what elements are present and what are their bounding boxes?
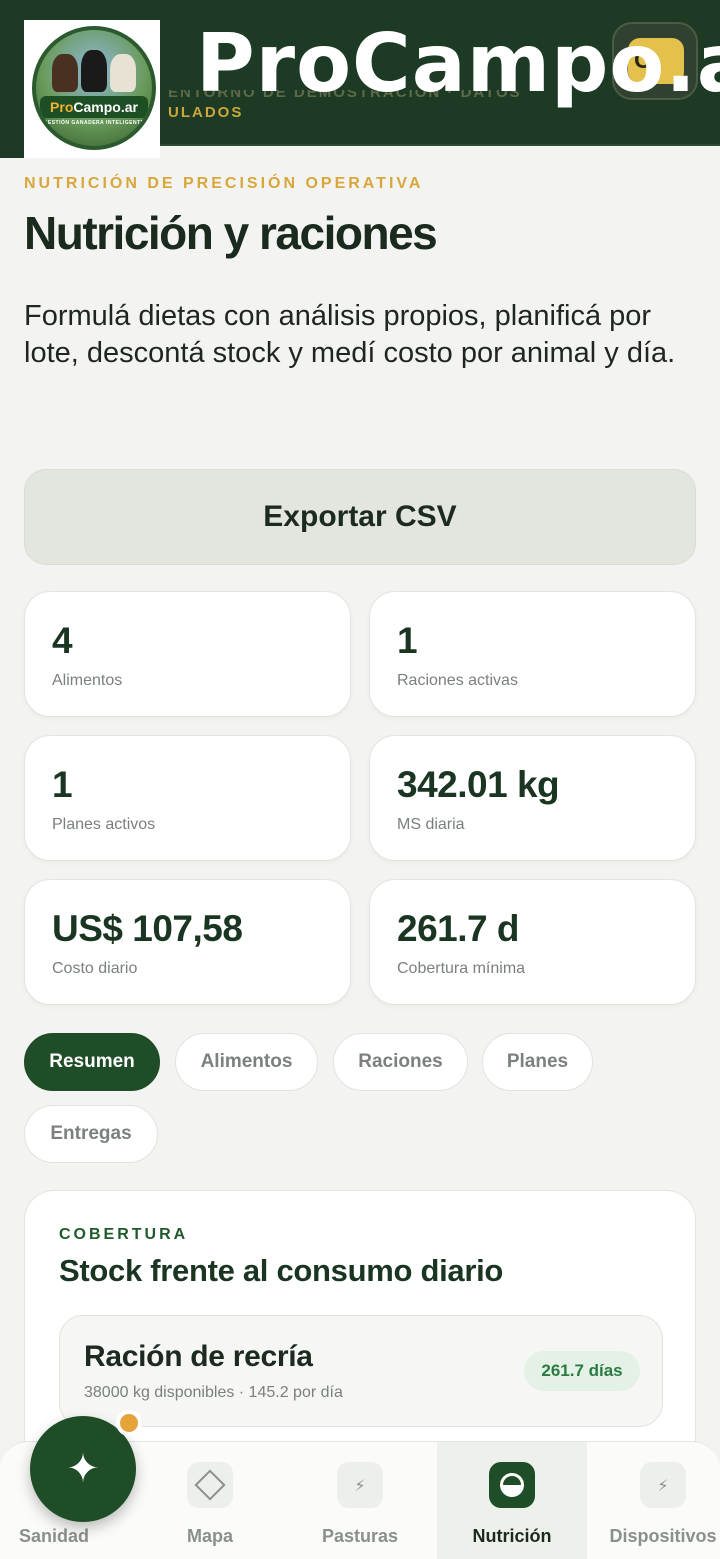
coverage-days-badge: 261.7 días [524,1351,640,1391]
stat-value: 1 [397,620,418,661]
stat-value: US$ 107,58 [52,908,243,949]
logo-tagline: GESTIÓN GANADERA INTELIGENTE [43,120,145,126]
stat-value: 342.01 kg [397,764,560,805]
nav-label: Sanidad [18,1526,89,1546]
sparkle-icon: ✦ [66,1446,100,1492]
logo-emblem: ProCampo.ar GESTIÓN GANADERA INTELIGENTE [32,26,156,150]
procampo-logo[interactable]: ProCampo.ar GESTIÓN GANADERA INTELIGENTE [0,20,160,158]
nav-label: Pasturas [321,1526,399,1546]
nav-label: Dispositivos [609,1526,717,1546]
logo-animals-icon [50,44,138,92]
coverage-title: Stock frente al consumo diario [59,1253,504,1288]
bolt-icon: ⚡ [640,1462,686,1508]
nav-label: Mapa [186,1526,233,1546]
nav-item-mapa[interactable]: Mapa [140,1442,280,1559]
ration-name: Ración de recría [84,1340,313,1373]
tab-resumen[interactable]: Resumen [24,1033,160,1091]
stat-label: Planes activos [52,816,156,833]
tab-entregas[interactable]: Entregas [24,1105,158,1163]
stat-card-alimentos: 4 Alimentos [24,591,351,717]
notification-dot [116,1410,142,1436]
stat-card-ms-diaria: 342.01 kg MS diaria [369,735,696,861]
stat-card-cobertura-minima: 261.7 d Cobertura mínima [369,879,696,1005]
stat-label: Alimentos [52,672,123,689]
stat-card-costo-diario: US$ 107,58 Costo diario [24,879,351,1005]
brand-title: ProCampo.ar [196,17,720,110]
tab-alimentos[interactable]: Alimentos [175,1033,318,1091]
stat-label: Costo diario [52,960,138,977]
nav-label: Nutrición [472,1526,552,1546]
tab-planes[interactable]: Planes [482,1033,593,1091]
nav-item-pasturas[interactable]: ⚡ Pasturas [290,1442,430,1559]
stat-label: Cobertura mínima [397,960,526,977]
logo-wordmark: ProCampo.ar [40,96,148,118]
bolt-icon: ⚡ [337,1462,383,1508]
coverage-kicker: COBERTURA [59,1226,189,1243]
stat-value: 261.7 d [397,908,519,949]
page-description: Formulá dietas con análisis propios, pla… [24,300,676,369]
stat-label: MS diaria [397,816,465,833]
stat-value: 1 [52,764,73,805]
half-circle-icon [489,1462,535,1508]
diamond-icon [187,1462,233,1508]
stat-card-raciones-activas: 1 Raciones activas [369,591,696,717]
coverage-item[interactable]: Ración de recría 38000 kg disponibles · … [59,1315,663,1427]
stat-card-planes-activos: 1 Planes activos [24,735,351,861]
tab-raciones[interactable]: Raciones [333,1033,468,1091]
stat-value: 4 [52,620,73,661]
page-title: Nutrición y raciones [24,207,438,259]
page-eyebrow: NUTRICIÓN DE PRECISIÓN OPERATIVA [24,175,424,192]
stat-label: Raciones activas [397,672,518,689]
ration-meta: 38000 kg disponibles · 145.2 por día [84,1384,343,1401]
nav-item-dispositivos[interactable]: ⚡ Dispositivos [593,1442,720,1559]
nav-item-nutricion[interactable]: Nutrición [437,1442,587,1559]
export-csv-button[interactable]: Exportar CSV [24,469,696,565]
